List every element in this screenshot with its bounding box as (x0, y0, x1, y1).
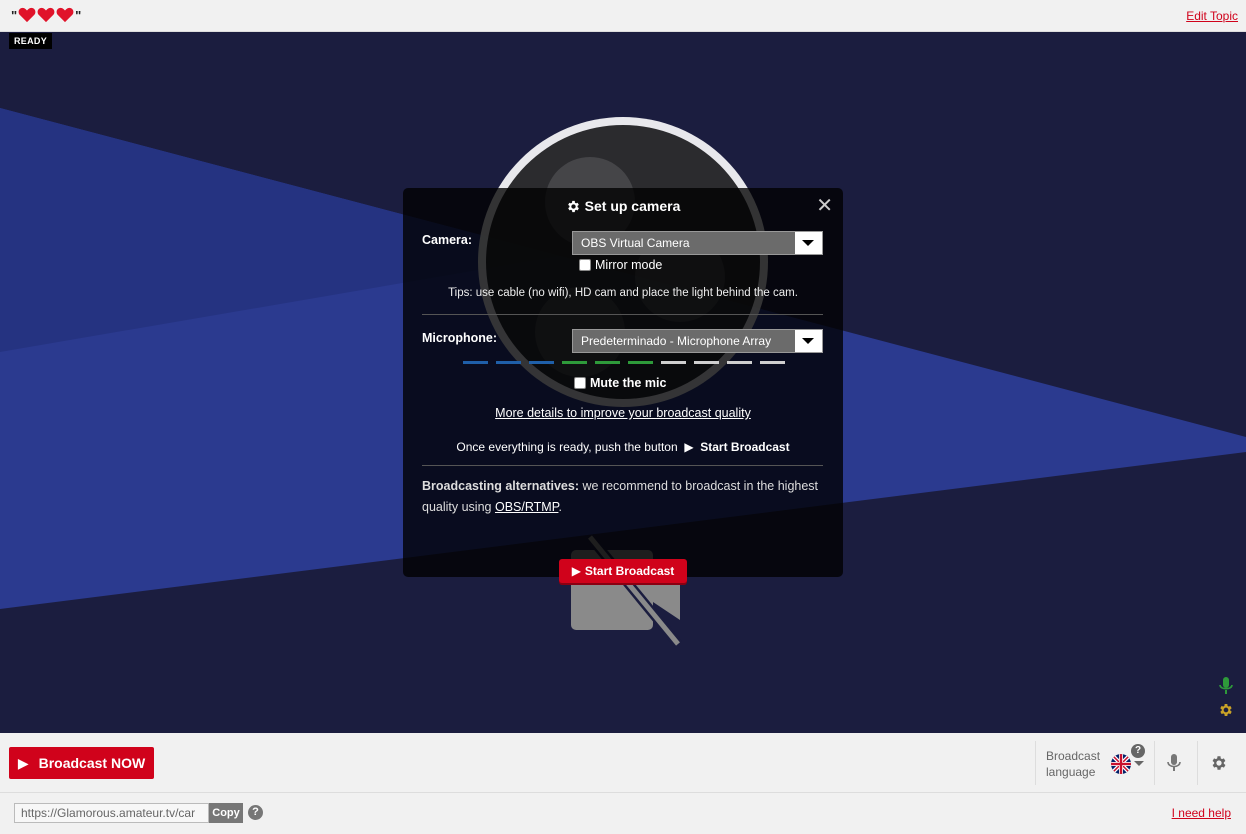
edit-topic-link[interactable]: Edit Topic (1186, 9, 1238, 23)
microphone-icon[interactable] (1218, 677, 1234, 695)
divider (1197, 741, 1198, 785)
play-icon: ▶ (680, 440, 697, 454)
microphone-label: Microphone: (422, 331, 497, 345)
status-badge: READY (9, 33, 53, 49)
meter-segment (463, 361, 488, 364)
help-icon[interactable]: ? (1131, 744, 1145, 758)
start-broadcast-label: Start Broadcast (584, 564, 675, 578)
meter-segment (562, 361, 587, 364)
mic-level-meter (463, 361, 785, 364)
alt-end: . (558, 500, 562, 514)
room-url-input[interactable]: https://Glamorous.amateur.tv/car (14, 803, 209, 823)
camera-label: Camera: (422, 233, 473, 247)
room-topic: " " (11, 7, 81, 23)
topic-close-quote: " (75, 7, 82, 23)
meter-segment (595, 361, 620, 364)
gear-icon[interactable] (1218, 702, 1234, 718)
start-broadcast-button[interactable]: ▶ Start Broadcast (559, 559, 687, 583)
mirror-mode-row[interactable]: Mirror mode (579, 258, 662, 272)
chevron-down-icon (802, 240, 814, 246)
meter-segment (529, 361, 554, 364)
alt-heading: Broadcasting alternatives: (422, 479, 579, 493)
mute-mic-row[interactable]: Mute the mic (574, 376, 666, 390)
obs-rtmp-link[interactable]: OBS/RTMP (495, 500, 558, 514)
copy-url-button[interactable]: Copy (209, 803, 243, 823)
microphone-select[interactable]: Predeterminado - Microphone Array (572, 329, 823, 353)
mute-mic-label: Mute the mic (590, 376, 667, 390)
camera-tips: Tips: use cable (no wifi), HD cam and pl… (448, 287, 798, 299)
broadcast-language-selector[interactable]: Broadcast language ? (1035, 741, 1155, 785)
heart-icon (56, 7, 74, 23)
ready-instruction-text: Once everything is ready, push the butto… (456, 440, 678, 454)
ready-instruction-button-ref: Start Broadcast (700, 440, 790, 454)
footer: https://Glamorous.amateur.tv/car Copy ? … (0, 794, 1246, 834)
heart-icon (18, 7, 36, 23)
divider (422, 465, 823, 466)
video-stage: READY ✕ Set up camera Camera: OBS Virtua… (0, 32, 1246, 733)
meter-segment (628, 361, 653, 364)
broadcast-now-label: Broadcast NOW (38, 755, 146, 771)
uk-flag-icon (1111, 754, 1131, 774)
broadcast-quality-link[interactable]: More details to improve your broadcast q… (403, 406, 843, 420)
broadcast-alternatives: Broadcasting alternatives: we recommend … (422, 476, 822, 518)
broadcast-toolbar: ▶ Broadcast NOW Broadcast language ? (0, 733, 1246, 793)
play-icon: ▶ (17, 754, 29, 771)
top-bar: " " Edit Topic (0, 0, 1246, 32)
meter-segment (661, 361, 686, 364)
mute-mic-checkbox[interactable] (574, 377, 586, 389)
meter-segment (760, 361, 785, 364)
chevron-down-icon (802, 338, 814, 344)
camera-select[interactable]: OBS Virtual Camera (572, 231, 823, 255)
heart-icon (37, 7, 55, 23)
meter-segment (727, 361, 752, 364)
play-icon: ▶ (571, 564, 581, 578)
camera-select-value: OBS Virtual Camera (573, 232, 795, 254)
need-help-link[interactable]: I need help (1172, 806, 1231, 820)
chevron-down-icon (1134, 761, 1144, 766)
ready-instruction: Once everything is ready, push the butto… (403, 440, 843, 454)
topic-open-quote: " (11, 7, 18, 23)
help-icon[interactable]: ? (248, 805, 263, 820)
setup-camera-dialog: ✕ Set up camera Camera: OBS Virtual Came… (403, 188, 843, 583)
dialog-title: Set up camera (403, 198, 843, 214)
mirror-mode-checkbox[interactable] (579, 259, 591, 271)
divider (422, 314, 823, 315)
meter-segment (496, 361, 521, 364)
mirror-mode-label: Mirror mode (595, 258, 663, 272)
gear-icon (567, 200, 579, 212)
meter-segment (694, 361, 719, 364)
broadcast-language-label: Broadcast language (1046, 749, 1101, 779)
broadcast-now-button[interactable]: ▶ Broadcast NOW (9, 747, 154, 779)
microphone-icon[interactable] (1166, 753, 1182, 773)
microphone-select-value: Predeterminado - Microphone Array (573, 330, 795, 352)
gear-icon[interactable] (1210, 754, 1228, 772)
dialog-title-text: Set up camera (584, 198, 681, 214)
